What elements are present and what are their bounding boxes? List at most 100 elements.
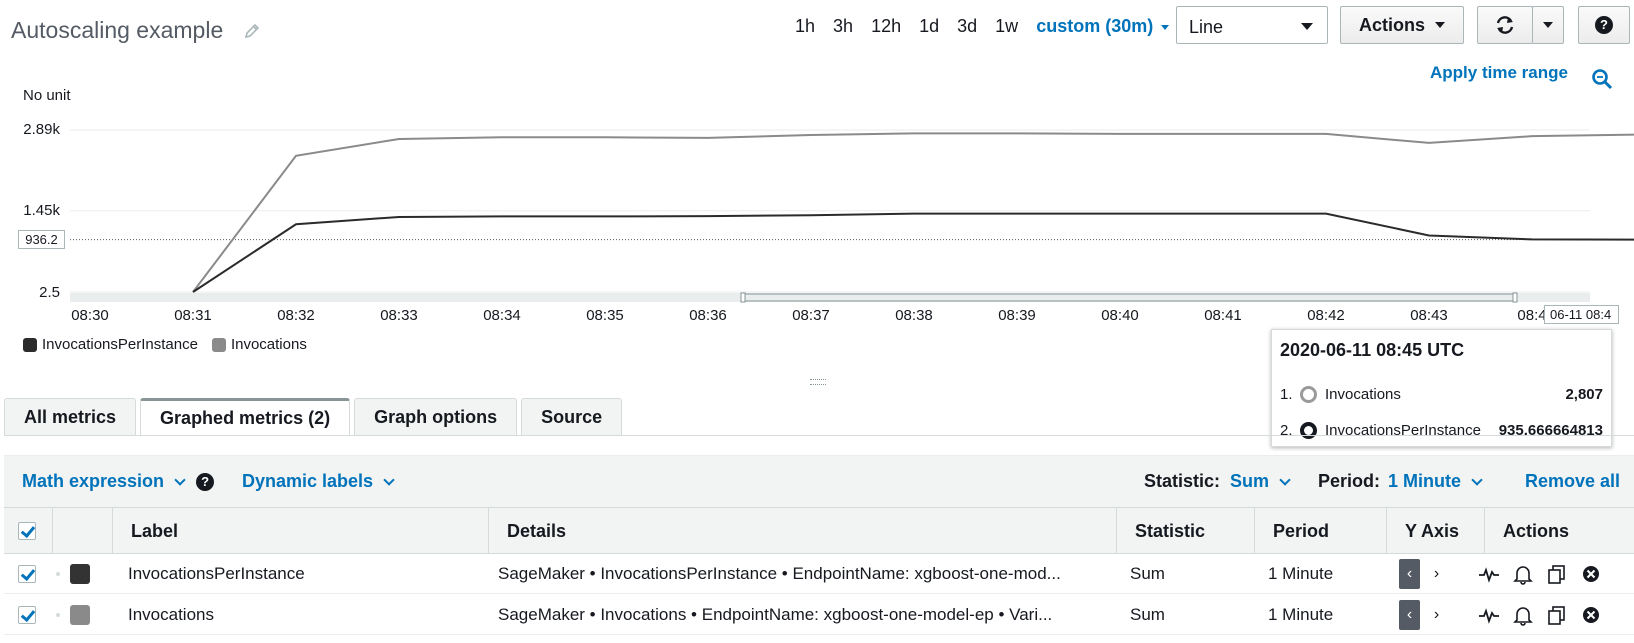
alarm-bell-icon[interactable] [1512,563,1534,585]
y-axis-right-button[interactable]: › [1426,559,1447,589]
table-row: InvocationsPerInstance SageMaker • Invoc… [4,554,1634,594]
row-checkbox[interactable] [18,606,36,624]
help-icon[interactable]: ? [196,472,215,491]
row-checkbox[interactable] [18,565,36,583]
x-tick-label: 08:34 [483,307,521,324]
y-axis-toggle: ‹ › [1399,595,1447,635]
x-tick-label: 08:30 [71,307,109,324]
x-tick-label: 08:35 [586,307,624,324]
x-tick-label: 08:41 [1204,307,1242,324]
column-header-y-axis[interactable]: Y Axis [1386,508,1484,554]
y-axis-left-button[interactable]: ‹ [1399,600,1420,630]
row-label[interactable]: InvocationsPerInstance [128,554,478,594]
x-tick-label: 08:40 [1101,307,1139,324]
column-header-label[interactable]: Label [112,508,488,554]
select-all-checkbox[interactable] [18,522,36,540]
cursor-time-label: 06-11 08:4 [1544,305,1619,324]
x-tick-label: 08:37 [792,307,830,324]
x-tick-label: 08:33 [380,307,418,324]
series-ring-icon [1300,385,1317,403]
row-checkbox-cell [18,554,36,594]
column-header-statistic[interactable]: Statistic [1116,508,1254,554]
dynamic-labels-dropdown[interactable]: Dynamic labels [242,471,395,492]
tooltip-title: 2020-06-11 08:45 UTC [1280,340,1465,360]
legend-item[interactable]: Invocations [211,336,307,353]
metrics-line-chart[interactable] [0,0,1634,320]
column-header-details[interactable]: Details [488,508,1116,554]
copy-icon[interactable] [1546,604,1568,626]
series-color-swatch[interactable] [70,605,90,625]
x-tick-label: 08:43 [1410,307,1448,324]
remove-icon[interactable] [1580,604,1602,626]
drag-handle[interactable] [56,554,60,594]
metrics-table-header: Label Details Statistic Period Y Axis Ac… [4,507,1634,554]
math-expression-label: Math expression [22,471,165,491]
alarm-bell-icon[interactable] [1512,604,1534,626]
drag-handle[interactable] [56,595,60,635]
math-expression-dropdown[interactable]: Math expression ? [22,471,215,492]
remove-icon[interactable] [1580,563,1602,585]
row-details: SageMaker • Invocations • EndpointName: … [498,605,1053,624]
row-label[interactable]: Invocations [128,595,478,635]
remove-all-link[interactable]: Remove all [1525,471,1620,492]
y-axis-toggle: ‹ › [1399,554,1447,594]
statistic-value: Sum [1230,471,1270,491]
x-tick-label: 08:32 [277,307,315,324]
tab-divider [4,435,1634,436]
row-color-cell [70,595,90,635]
chevron-down-icon [1471,473,1483,486]
metrics-toolbar: Math expression ? Dynamic labels Statist… [4,455,1634,507]
tab-graphed-metrics[interactable]: Graphed metrics (2) [140,398,351,436]
y-axis-left-button[interactable]: ‹ [1399,559,1420,589]
row-statistic[interactable]: Sum [1130,595,1165,635]
column-header-actions: Actions [1484,508,1634,554]
select-all-cell [4,508,52,554]
series-color-swatch[interactable] [70,564,90,584]
resize-handle[interactable] [810,379,826,385]
period-label: Period: [1318,471,1381,491]
column-header-period[interactable]: Period [1254,508,1386,554]
row-color-cell [70,554,90,594]
legend-swatch [23,337,37,352]
row-actions [1478,554,1614,594]
drag-dot [56,572,60,576]
sparkline-icon[interactable] [1478,604,1500,626]
y-axis-right-button[interactable]: › [1426,600,1447,630]
x-tick-label: 08:39 [998,307,1036,324]
tab-source[interactable]: Source [521,398,623,436]
dynamic-labels-label: Dynamic labels [242,471,374,491]
brush-handle-right [1512,292,1518,303]
chart-legend: InvocationsPerInstance Invocations [23,336,307,353]
tab-all-metrics[interactable]: All metrics [4,398,137,436]
tooltip-series-name: Invocations [1325,385,1401,403]
sparkline-icon[interactable] [1478,563,1500,585]
brush-handle-left [740,292,746,303]
row-details: SageMaker • InvocationsPerInstance • End… [498,564,1061,583]
chevron-down-icon [174,473,186,486]
row-period[interactable]: 1 Minute [1268,554,1333,594]
row-period[interactable]: 1 Minute [1268,595,1333,635]
statistic-dropdown[interactable]: Sum [1230,471,1291,492]
x-tick-label: 08:38 [895,307,933,324]
legend-label: Invocations [230,336,307,353]
x-tick-label: 08:31 [174,307,212,324]
x-tick-label: 08:36 [689,307,727,324]
drag-dot [56,613,60,617]
chevron-down-icon [1279,473,1291,486]
row-statistic[interactable]: Sum [1130,554,1165,594]
legend-swatch [211,337,226,352]
row-actions [1478,595,1614,635]
period-dropdown[interactable]: 1 Minute [1388,471,1483,492]
legend-item[interactable]: InvocationsPerInstance [23,336,198,353]
tooltip-row: 2. InvocationsPerInstance 935.666664813 [1280,411,1603,449]
row-checkbox-cell [18,595,36,635]
copy-icon[interactable] [1546,563,1568,585]
tooltip-index: 1. [1280,385,1293,403]
tab-graph-options[interactable]: Graph options [354,398,518,436]
statistic-label: Statistic: [1144,471,1221,491]
table-row: Invocations SageMaker • Invocations • En… [4,595,1634,635]
chevron-down-icon [383,473,395,486]
chart-tooltip: 2020-06-11 08:45 UTC 1. Invocations 2,80… [1271,329,1612,447]
series-line-InvocationsPerInstance [192,212,1634,293]
x-tick-label: 08:42 [1307,307,1345,324]
